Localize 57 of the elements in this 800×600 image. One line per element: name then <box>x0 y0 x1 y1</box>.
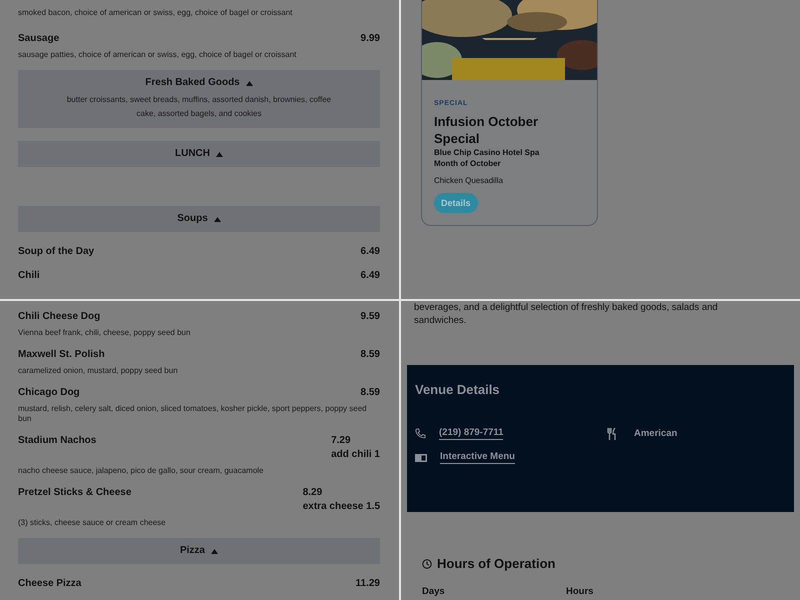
item-price: 11.29 <box>356 577 380 591</box>
section-header[interactable]: Pizza <box>18 538 380 564</box>
item-description: mustard, relish, celery salt, diced onion, sliced tomatoes, kosher pickle, sport peppers, poppy seed bun <box>18 404 368 424</box>
item-description: nacho cheese sauce, jalapeno, pico de gallo, sour cream, guacamole <box>18 466 264 476</box>
menu-link[interactable]: Interactive Menu <box>440 451 515 464</box>
item-name: Cheese Pizza <box>18 577 82 590</box>
section-description: butter croissants, sweet breads, muffins, assorted danish, brownies, coffee cake, assorted bagels, and cookies <box>66 94 332 120</box>
section-header[interactable]: Fresh Baked Goods butter croissants, sweet breads, muffins, assorted danish, brownies, coffee cake, assorted bagels, and cookies <box>18 70 380 128</box>
item-name: Chicago Dog <box>18 386 80 399</box>
item-name: Sausage <box>18 32 60 45</box>
item-name: Pretzel Sticks & Cheese <box>18 486 132 499</box>
item-description: (3) sticks, cheese sauce or cream cheese <box>18 518 167 528</box>
item-price: 8.59 <box>360 348 380 362</box>
item-name: Chili Cheese Dog <box>18 310 100 323</box>
item-name: Soup of the Day <box>18 245 94 258</box>
item-name: Maxwell St. Polish <box>18 348 105 361</box>
caret-icon <box>216 152 223 156</box>
item-description: caramelized onion, mustard, poppy seed bun <box>18 366 179 376</box>
phone-icon <box>415 428 426 439</box>
panel-title: Venue Details <box>415 382 501 397</box>
section-title: Pizza <box>180 545 205 557</box>
item-price: 7.29 <box>331 434 352 448</box>
caret-icon <box>214 216 221 222</box>
item-price: 8.29 <box>302 486 324 500</box>
dish-name: Chicken Quesadilla <box>434 176 504 185</box>
phone-link[interactable]: (219) 879-7711 <box>439 427 504 440</box>
card-title: Infusion October Special <box>434 113 539 147</box>
venue-name: Blue Chip Casino Hotel Spa <box>434 147 540 158</box>
section-header[interactable]: LUNCH <box>18 141 380 167</box>
column-header: Days <box>422 586 446 597</box>
item-name: Stadium Nachos <box>18 434 96 447</box>
section-title: Hours of Operation <box>437 556 556 571</box>
caret-icon <box>246 80 253 86</box>
caret-icon <box>211 548 218 554</box>
section-title: Fresh Baked Goods <box>145 77 240 89</box>
item-description: smoked bacon, choice of american or swiss, egg, choice of bagel or croissant <box>18 8 294 18</box>
item-name: Chili <box>18 269 40 282</box>
item-description: Vienna beef frank, chili, cheese, poppy seed bun <box>18 328 192 338</box>
fork-knife-icon <box>607 428 617 440</box>
details-button[interactable]: Details <box>434 193 478 213</box>
item-price: 6.49 <box>360 269 380 283</box>
date-label: Month of October <box>434 158 502 169</box>
item-price: 9.59 <box>360 310 380 324</box>
section-title: Soups <box>177 213 208 225</box>
book-icon <box>415 452 427 462</box>
item-description: sausage patties, choice of american or swiss, egg, choice of bagel or croissant <box>18 50 298 60</box>
price-extra: extra cheese 1.5 <box>302 500 380 514</box>
item-price: 6.49 <box>360 245 380 259</box>
section-title: LUNCH <box>175 148 210 160</box>
column-header: Hours <box>566 586 594 597</box>
price-extra: add chili 1 <box>331 448 380 462</box>
item-price: 8.59 <box>360 386 380 400</box>
cuisine-label: American <box>634 428 678 439</box>
section-header[interactable]: Soups <box>18 206 380 232</box>
intro-paragraph: beverages, and a delightful selection of freshly baked goods, salads and sandwiches. <box>414 301 719 327</box>
item-price: 9.99 <box>360 32 380 46</box>
clock-icon <box>422 558 432 568</box>
